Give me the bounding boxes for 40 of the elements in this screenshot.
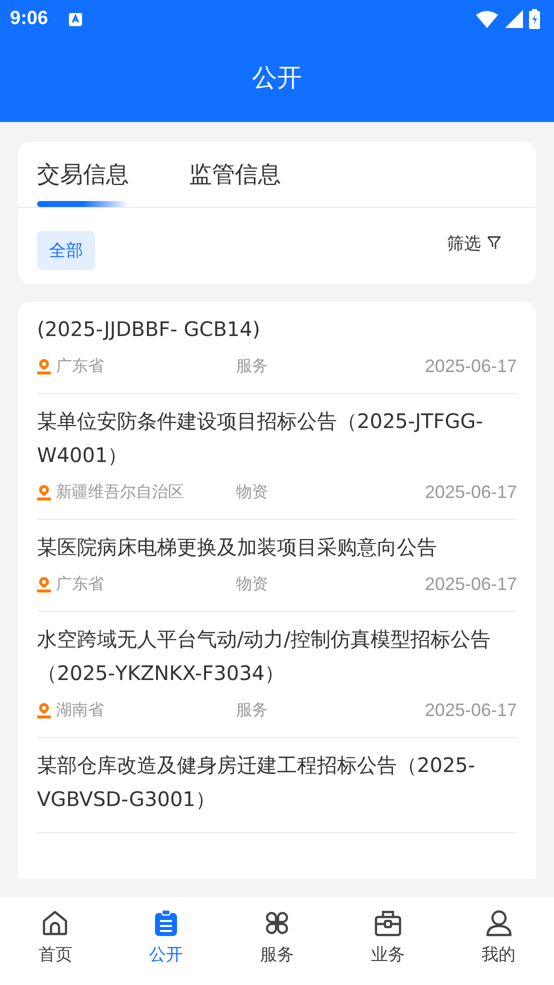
location-pin-icon bbox=[37, 702, 51, 718]
nav-tab[interactable]: 服务 bbox=[222, 897, 332, 985]
nav-tab[interactable]: 公开 bbox=[110, 897, 222, 985]
item-region: 广东省 bbox=[56, 356, 105, 377]
item-title[interactable]: 某部仓库改造及健身房迁建工程招标公告（2025-VGBVSD-G3001） bbox=[37, 748, 517, 816]
item-category: 服务 bbox=[236, 356, 268, 377]
tab[interactable]: 交易信息 bbox=[37, 142, 129, 207]
signal-icon bbox=[505, 10, 523, 28]
item-category: 物资 bbox=[236, 574, 268, 595]
item-category: 服务 bbox=[236, 700, 268, 721]
item-date: 2025-06-17 bbox=[424, 700, 517, 721]
toolbox-icon bbox=[374, 909, 402, 937]
item-region: 新疆维吾尔自治区 bbox=[56, 482, 185, 503]
location-pin-icon bbox=[37, 576, 51, 592]
tab[interactable]: 监管信息 bbox=[189, 142, 281, 207]
home-icon bbox=[41, 909, 70, 937]
item-region: 湖南省 bbox=[56, 700, 105, 721]
item-title[interactable]: 水空跨域无人平台气动/动力/控制仿真模型招标公告（2025-YKZNKX-F3034） bbox=[37, 622, 517, 690]
nav-tab[interactable]: 业务 bbox=[332, 897, 444, 985]
status-time: 9:06 bbox=[10, 8, 48, 30]
item-category: 物资 bbox=[236, 482, 268, 503]
page-title: 公开 bbox=[251, 62, 303, 94]
item-title[interactable]: 某医院病床电梯更换及加装项目采购意向公告 bbox=[37, 530, 517, 564]
item-title[interactable]: (2025-JJDBBF- GCB14) bbox=[37, 312, 517, 346]
filter-button[interactable]: 筛选 bbox=[447, 232, 501, 254]
nav-tab[interactable]: 我的 bbox=[443, 897, 554, 985]
item-date: 2025-06-17 bbox=[424, 574, 517, 595]
item-title[interactable]: 某单位安防条件建设项目招标公告（2025-JTFGG-W4001） bbox=[37, 404, 517, 472]
location-pin-icon bbox=[37, 484, 51, 500]
nav-tab[interactable]: 首页 bbox=[0, 897, 111, 985]
person-icon bbox=[484, 909, 513, 937]
filter-chip[interactable]: 全部 bbox=[37, 230, 95, 270]
item-date: 2025-06-17 bbox=[424, 482, 517, 503]
item-date: 2025-06-17 bbox=[424, 356, 517, 377]
wifi-icon bbox=[475, 10, 499, 28]
filter-icon bbox=[487, 235, 501, 251]
location-pin-icon bbox=[37, 358, 51, 374]
battery-icon bbox=[529, 9, 540, 29]
keyboard-icon bbox=[68, 12, 84, 26]
item-region: 广东省 bbox=[56, 574, 105, 595]
